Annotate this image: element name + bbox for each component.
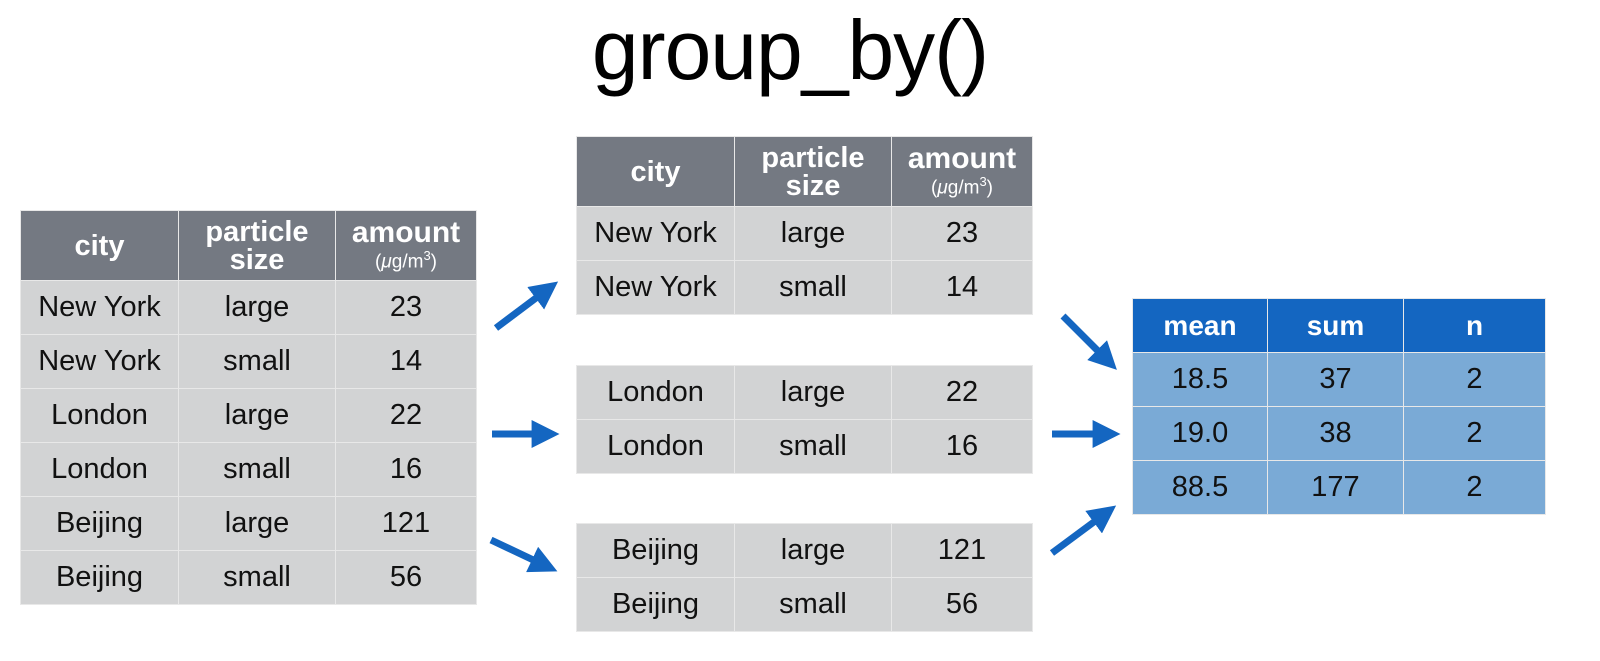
arrow-to-beijing-group	[489, 536, 558, 573]
arrows-layer	[489, 281, 1121, 573]
arrow-to-new-york-group	[493, 281, 559, 331]
arrow-new-york-to-summary	[1060, 313, 1117, 370]
arrow-beijing-to-summary	[1049, 505, 1117, 556]
